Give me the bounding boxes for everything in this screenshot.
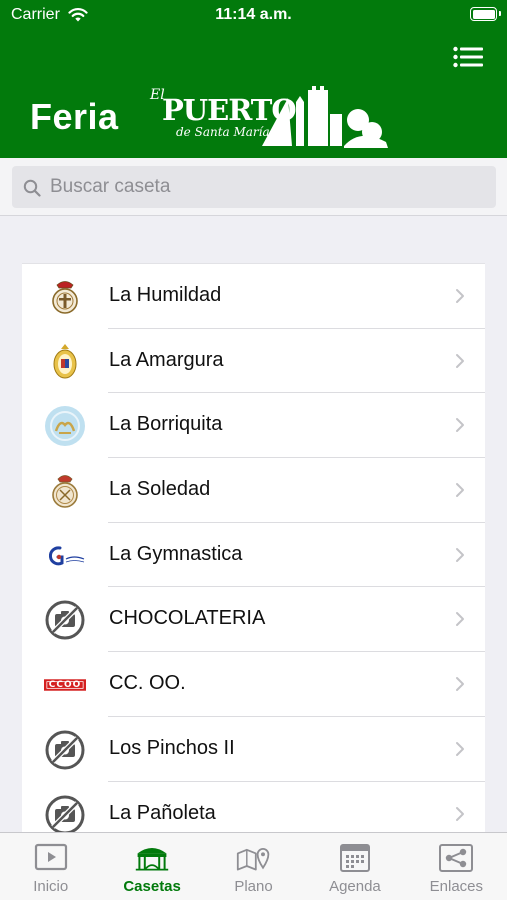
list-item[interactable]: La Amargura <box>22 329 485 394</box>
battery-icon <box>470 7 501 21</box>
no-photo-icon <box>44 599 86 641</box>
ccoo-logo-icon: CCOO <box>44 664 86 706</box>
crest-amargura-icon <box>44 341 86 383</box>
chevron-right-icon <box>456 483 464 498</box>
chevron-right-icon <box>456 612 464 627</box>
emblem-borriquita-icon <box>44 405 86 447</box>
tab-label: Agenda <box>329 878 381 895</box>
caseta-name: La Amargura <box>109 348 224 371</box>
chevron-right-icon <box>456 418 464 433</box>
app-header: Carrier 11:14 a.m. Feria El PUERTO de Sa… <box>0 0 507 158</box>
tab-label: Plano <box>234 878 273 895</box>
list-icon <box>453 46 483 68</box>
crest-soledad-icon <box>44 470 86 512</box>
search-bar <box>0 158 507 216</box>
list-item[interactable]: La Humildad <box>22 264 485 329</box>
list-item[interactable]: La Borriquita <box>22 393 485 458</box>
no-photo-icon <box>44 794 86 836</box>
tab-enlaces[interactable]: Enlaces <box>406 833 507 900</box>
search-field[interactable] <box>12 166 496 208</box>
casetas-list: La Humildad La Amargura La Borriquita La… <box>22 263 485 847</box>
caseta-name: CHOCOLATERIA <box>109 607 266 630</box>
caseta-name: CC. OO. <box>109 672 186 695</box>
no-photo-icon <box>44 729 86 771</box>
caseta-name: La Humildad <box>109 284 222 306</box>
search-icon <box>23 179 41 197</box>
status-bar: Carrier 11:14 a.m. <box>0 0 507 30</box>
tab-plano[interactable]: Plano <box>203 833 304 900</box>
logo-feria-text: Feria <box>30 96 119 137</box>
chevron-right-icon <box>456 677 464 692</box>
chevron-right-icon <box>456 289 464 303</box>
list-item[interactable]: CHOCOLATERIA <box>22 587 485 652</box>
logo-subtitle-text: de Santa María <box>176 125 270 139</box>
play-video-icon <box>33 840 69 874</box>
caseta-name: Los Pinchos II <box>109 736 235 759</box>
caseta-name: La Soledad <box>109 478 211 501</box>
caseta-name: La Gymnastica <box>109 542 243 565</box>
status-time: 11:14 a.m. <box>215 6 292 23</box>
tab-agenda[interactable]: Agenda <box>304 833 405 900</box>
tab-label: Inicio <box>33 878 69 895</box>
list-item[interactable]: Los Pinchos II <box>22 717 485 782</box>
tab-bar: Inicio Casetas Plano Agenda Enlaces <box>0 832 507 900</box>
chevron-right-icon <box>456 741 464 756</box>
chevron-right-icon <box>456 547 464 562</box>
chevron-right-icon <box>456 353 464 368</box>
feria-logo: Feria El PUERTO de Santa María <box>30 84 390 152</box>
logo-gymnastica-icon <box>44 535 86 577</box>
castle-logo-icon <box>262 86 388 148</box>
search-input[interactable] <box>50 166 480 208</box>
map-pin-icon <box>236 840 272 874</box>
caseta-tent-icon <box>134 840 170 874</box>
chevron-right-icon <box>456 806 464 821</box>
list-item[interactable]: La Gymnastica <box>22 523 485 588</box>
list-item[interactable]: CCOO CC. OO. <box>22 652 485 717</box>
tab-inicio[interactable]: Inicio <box>0 833 101 900</box>
tab-casetas[interactable]: Casetas <box>101 833 202 900</box>
tab-label: Casetas <box>123 878 181 895</box>
crest-humildad-icon <box>44 276 86 318</box>
share-links-icon <box>438 840 474 874</box>
menu-button[interactable] <box>453 46 483 68</box>
caseta-name: La Borriquita <box>109 413 223 436</box>
list-item[interactable]: La Soledad <box>22 458 485 523</box>
ccoo-logo-text: CCOO <box>48 680 82 691</box>
calendar-icon <box>337 840 373 874</box>
tab-label: Enlaces <box>429 878 484 895</box>
caseta-name: La Pañoleta <box>109 801 216 824</box>
